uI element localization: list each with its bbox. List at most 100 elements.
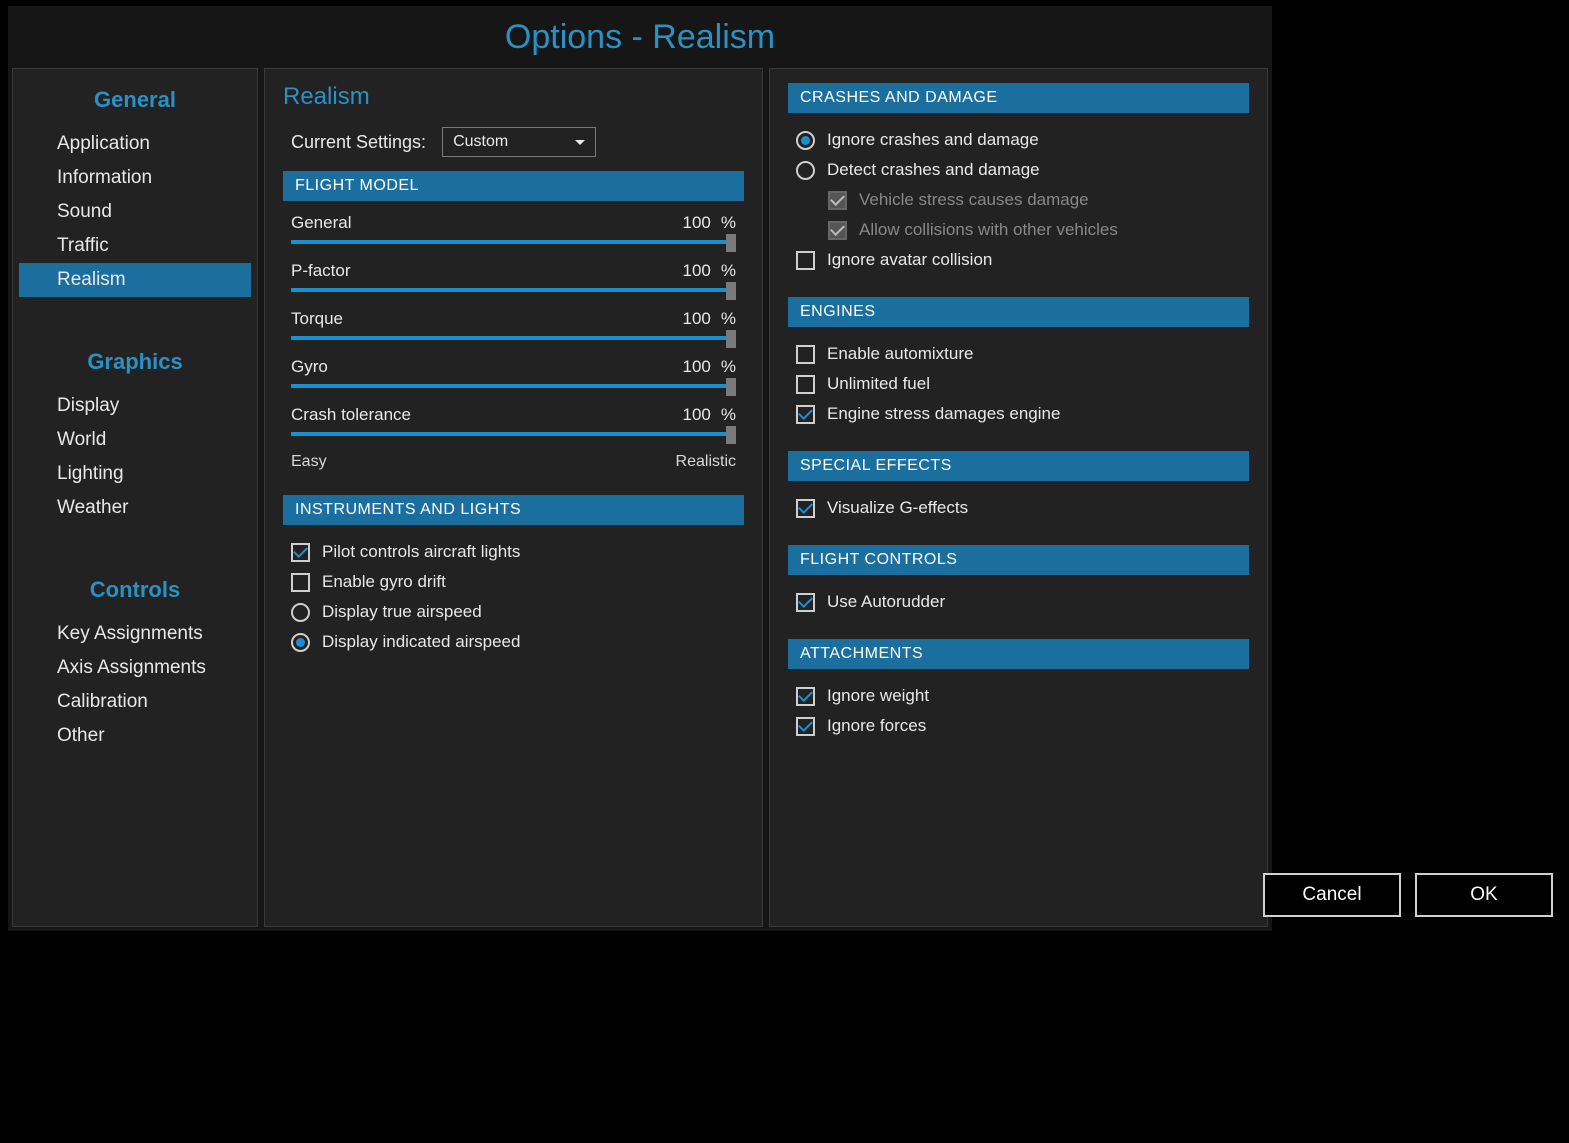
slider-track[interactable] <box>291 381 736 391</box>
radio-detect-crashes-and-damage[interactable]: Detect crashes and damage <box>788 155 1249 185</box>
checkbox-unlimited-fuel[interactable]: Unlimited fuel <box>788 369 1249 399</box>
slider-track[interactable] <box>291 237 736 247</box>
slider-general: General100% <box>283 213 744 247</box>
slider-thumb[interactable] <box>726 234 736 252</box>
slider-thumb[interactable] <box>726 426 736 444</box>
checkbox-enable-gyro-drift[interactable]: Enable gyro drift <box>283 567 744 597</box>
checkbox-ignore-weight[interactable]: Ignore weight <box>788 681 1249 711</box>
current-settings-value: Custom <box>453 133 508 151</box>
checkbox-use-autorudder[interactable]: Use Autorudder <box>788 587 1249 617</box>
control-label: Ignore forces <box>827 716 926 736</box>
checkbox-engine-stress-damages-engine[interactable]: Engine stress damages engine <box>788 399 1249 429</box>
checkbox-icon[interactable] <box>796 251 815 270</box>
sidebar-item-world[interactable]: World <box>19 423 251 457</box>
checkbox-icon[interactable] <box>796 499 815 518</box>
slider-thumb[interactable] <box>726 330 736 348</box>
window-body: GeneralApplicationInformationSoundTraffi… <box>8 68 1272 931</box>
sidebar-item-information[interactable]: Information <box>19 161 251 195</box>
radio-icon[interactable] <box>291 603 310 622</box>
current-settings-dropdown[interactable]: Custom <box>442 127 596 157</box>
slider-unit: % <box>721 309 736 329</box>
sidebar-item-axis-assignments[interactable]: Axis Assignments <box>19 651 251 685</box>
radio-display-indicated-airspeed[interactable]: Display indicated airspeed <box>283 627 744 657</box>
crashes-header: CRASHES AND DAMAGE <box>788 83 1249 113</box>
flight-controls-header: FLIGHT CONTROLS <box>788 545 1249 575</box>
dialog-footer: Cancel OK <box>1263 873 1553 917</box>
sidebar-item-weather[interactable]: Weather <box>19 491 251 525</box>
slider-value: 100 <box>683 261 711 281</box>
slider-unit: % <box>721 261 736 281</box>
flight-model-legend: Easy Realistic <box>283 453 744 471</box>
checkbox-icon[interactable] <box>796 345 815 364</box>
checkbox-icon[interactable] <box>796 593 815 612</box>
slider-thumb[interactable] <box>726 282 736 300</box>
slider-label: Crash tolerance <box>291 405 411 425</box>
sidebar-item-realism[interactable]: Realism <box>19 263 251 297</box>
checkbox-icon[interactable] <box>796 687 815 706</box>
control-label: Ignore crashes and damage <box>827 130 1039 150</box>
radio-ignore-crashes-and-damage[interactable]: Ignore crashes and damage <box>788 125 1249 155</box>
checkbox-icon[interactable] <box>291 573 310 592</box>
checkbox-icon[interactable] <box>291 543 310 562</box>
radio-display-true-airspeed[interactable]: Display true airspeed <box>283 597 744 627</box>
slider-value: 100 <box>683 309 711 329</box>
checkbox-visualize-g-effects[interactable]: Visualize G-effects <box>788 493 1249 523</box>
checkbox-icon[interactable] <box>796 717 815 736</box>
checkbox-ignore-forces[interactable]: Ignore forces <box>788 711 1249 741</box>
instruments-header: INSTRUMENTS AND LIGHTS <box>283 495 744 525</box>
checkbox-icon <box>828 221 847 240</box>
slider-unit: % <box>721 213 736 233</box>
checkbox-icon <box>828 191 847 210</box>
cancel-button[interactable]: Cancel <box>1263 873 1401 917</box>
slider-value: 100 <box>683 357 711 377</box>
slider-track[interactable] <box>291 285 736 295</box>
sidebar-item-traffic[interactable]: Traffic <box>19 229 251 263</box>
slider-track[interactable] <box>291 429 736 439</box>
control-label: Vehicle stress causes damage <box>859 190 1089 210</box>
checkbox-vehicle-stress-causes-damage: Vehicle stress causes damage <box>788 185 1249 215</box>
sidebar-group-header: Graphics <box>19 349 251 375</box>
checkbox-icon[interactable] <box>796 405 815 424</box>
sidebar-item-application[interactable]: Application <box>19 127 251 161</box>
control-label: Allow collisions with other vehicles <box>859 220 1118 240</box>
slider-torque: Torque100% <box>283 309 744 343</box>
current-settings-label: Current Settings: <box>291 132 426 153</box>
radio-icon[interactable] <box>796 161 815 180</box>
slider-unit: % <box>721 357 736 377</box>
radio-icon[interactable] <box>796 131 815 150</box>
checkbox-ignore-avatar-collision[interactable]: Ignore avatar collision <box>788 245 1249 275</box>
checkbox-pilot-controls-aircraft-lights[interactable]: Pilot controls aircraft lights <box>283 537 744 567</box>
attachments-header: ATTACHMENTS <box>788 639 1249 669</box>
engines-header: ENGINES <box>788 297 1249 327</box>
control-label: Display indicated airspeed <box>322 632 520 652</box>
control-label: Enable automixture <box>827 344 973 364</box>
slider-crash-tolerance: Crash tolerance100% <box>283 405 744 439</box>
sidebar: GeneralApplicationInformationSoundTraffi… <box>12 68 258 927</box>
sidebar-item-key-assignments[interactable]: Key Assignments <box>19 617 251 651</box>
slider-track[interactable] <box>291 333 736 343</box>
sidebar-item-calibration[interactable]: Calibration <box>19 685 251 719</box>
slider-value: 100 <box>683 405 711 425</box>
chevron-down-icon <box>575 140 585 145</box>
ok-button[interactable]: OK <box>1415 873 1553 917</box>
panel-title: Realism <box>283 83 744 111</box>
control-label: Display true airspeed <box>322 602 482 622</box>
control-label: Ignore avatar collision <box>827 250 992 270</box>
slider-label: Gyro <box>291 357 328 377</box>
sidebar-item-lighting[interactable]: Lighting <box>19 457 251 491</box>
checkbox-icon[interactable] <box>796 375 815 394</box>
control-label: Detect crashes and damage <box>827 160 1040 180</box>
radio-icon[interactable] <box>291 633 310 652</box>
slider-value: 100 <box>683 213 711 233</box>
sidebar-item-sound[interactable]: Sound <box>19 195 251 229</box>
legend-easy: Easy <box>291 453 327 471</box>
window-title: Options - Realism <box>8 6 1272 68</box>
main-area: Realism Current Settings: Custom FLIGHT … <box>264 68 1268 927</box>
slider-thumb[interactable] <box>726 378 736 396</box>
sidebar-item-display[interactable]: Display <box>19 389 251 423</box>
slider-label: P-factor <box>291 261 351 281</box>
sidebar-item-other[interactable]: Other <box>19 719 251 753</box>
control-label: Engine stress damages engine <box>827 404 1060 424</box>
legend-realistic: Realistic <box>676 453 736 471</box>
checkbox-enable-automixture[interactable]: Enable automixture <box>788 339 1249 369</box>
